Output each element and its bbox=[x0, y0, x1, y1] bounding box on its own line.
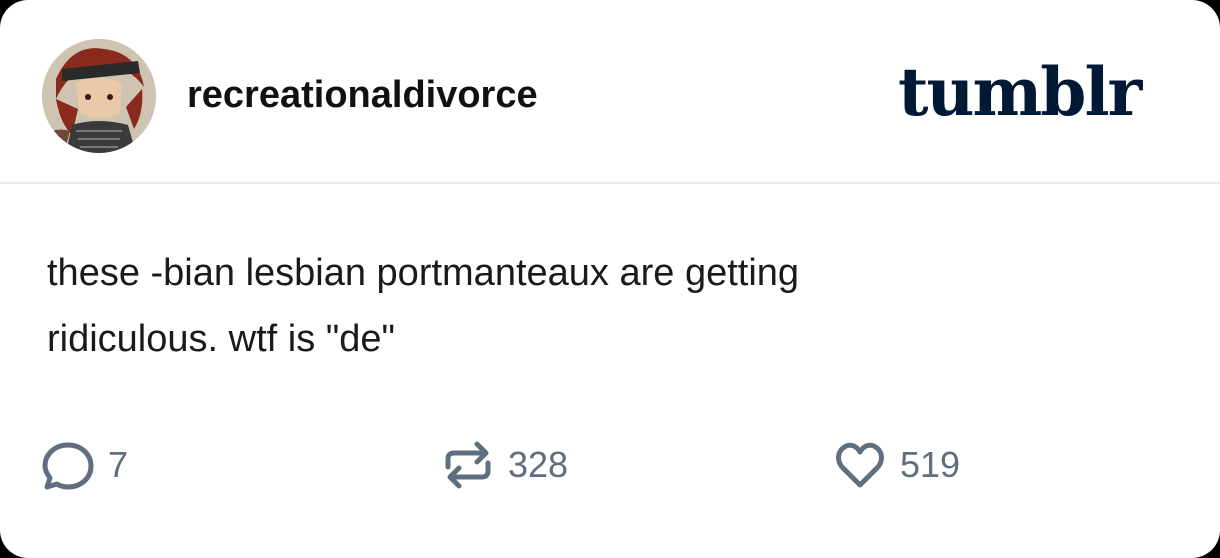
heart-icon bbox=[836, 442, 884, 488]
username[interactable]: recreationaldivorce bbox=[187, 72, 538, 118]
comment-bubble-icon bbox=[42, 442, 94, 490]
reply-button[interactable]: 7 bbox=[40, 430, 128, 500]
like-count: 519 bbox=[900, 444, 961, 485]
reblog-icon bbox=[445, 441, 491, 489]
post-text-line: ridiculous. wtf is "de" bbox=[47, 318, 395, 360]
reply-count: 7 bbox=[108, 444, 129, 485]
post-text: these -bian lesbian portmanteaux are get… bbox=[47, 240, 1167, 372]
like-button[interactable]: 519 bbox=[832, 430, 960, 500]
post-header: recreationaldivorce tumblr bbox=[0, 0, 1220, 184]
user-avatar[interactable] bbox=[42, 39, 156, 153]
reblog-button[interactable]: 328 bbox=[440, 430, 568, 500]
profile-avatar-icon bbox=[42, 39, 156, 153]
post-card: recreationaldivorce tumblr these -bian l… bbox=[0, 0, 1220, 558]
post-text-line: these -bian lesbian portmanteaux are get… bbox=[47, 252, 800, 294]
tumblr-logo[interactable]: tumblr bbox=[898, 54, 1142, 130]
post-actions: 7 328 519 bbox=[0, 430, 1220, 500]
reblog-count: 328 bbox=[508, 444, 569, 485]
